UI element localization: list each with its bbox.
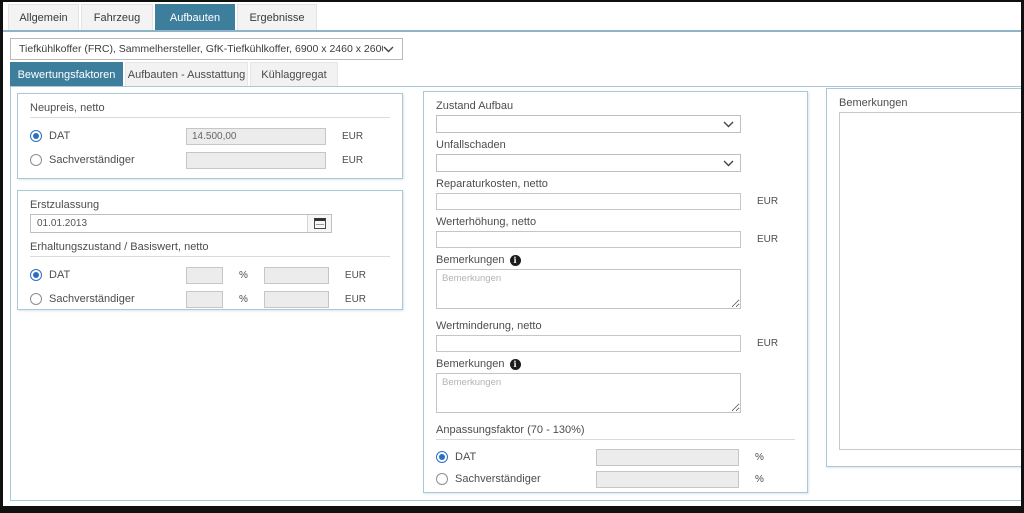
bemerkungen-panel: Bemerkungen (826, 88, 1024, 467)
werterhoehung-unit: EUR (757, 234, 778, 245)
erhaltung-sv-row: Sachverständiger % EUR (30, 287, 390, 310)
erhaltung-sv-radio-group[interactable]: Sachverständiger (30, 293, 186, 305)
chevron-down-icon (723, 115, 734, 133)
zustand-aufbau-select[interactable] (436, 115, 741, 133)
chevron-down-icon (383, 46, 402, 53)
zustand-aufbau-label: Zustand Aufbau (436, 100, 795, 113)
zustand-panel: Zustand Aufbau Unfallschaden Reparaturko… (423, 91, 808, 493)
anpassung-sv-radio-label: Sachverständiger (455, 473, 541, 485)
app-window: Allgemein Fahrzeug Aufbauten Ergebnisse … (0, 0, 1024, 513)
erhaltung-sv-percent-unit: % (239, 294, 248, 305)
neupreis-sv-unit: EUR (342, 155, 363, 166)
neupreis-title: Neupreis, netto (30, 102, 390, 118)
anpassungsfaktor-title: Anpassungsfaktor (70 - 130%) (436, 424, 795, 440)
bemerkungen2-field: Bemerkungen (436, 358, 795, 418)
tab-bar-underline (3, 30, 1021, 32)
tab-fahrzeug[interactable]: Fahrzeug (81, 4, 153, 30)
erhaltung-sv-percent-input[interactable] (186, 291, 223, 308)
bemerkungen1-label: Bemerkungen (436, 254, 505, 267)
bemerkungen-panel-textarea[interactable] (839, 112, 1024, 450)
tab-ergebnisse[interactable]: Ergebnisse (237, 4, 317, 30)
bemerkungen1-field: Bemerkungen (436, 254, 795, 314)
calendar-button[interactable] (307, 215, 331, 232)
erhaltung-dat-radio-group[interactable]: DAT (30, 269, 186, 281)
wertminderung-field: Wertminderung, netto EUR (436, 320, 795, 352)
erstzulassung-label: Erstzulassung (30, 199, 390, 211)
erstzulassung-date-input[interactable] (31, 215, 307, 232)
erhaltung-dat-radio-label: DAT (49, 269, 70, 281)
erhaltung-dat-percent-input[interactable] (186, 267, 223, 284)
anpassung-sv-radio-group[interactable]: Sachverständiger (436, 473, 596, 485)
bemerkungen2-textarea[interactable] (436, 373, 741, 413)
erhaltung-sv-radio-label: Sachverständiger (49, 293, 135, 305)
chevron-down-icon (723, 154, 734, 172)
aufbau-select[interactable]: Tiefkühlkoffer (FRC), Sammelhersteller, … (10, 38, 403, 60)
erhaltung-sv-unit: EUR (345, 294, 366, 305)
neupreis-sv-row: Sachverständiger EUR (30, 148, 390, 172)
wertminderung-unit: EUR (757, 338, 778, 349)
neupreis-dat-radio[interactable] (30, 130, 42, 142)
anpassung-dat-radio-group[interactable]: DAT (436, 451, 596, 463)
bemerkungen-panel-title: Bemerkungen (839, 97, 1024, 109)
anpassung-sv-row: Sachverständiger % (436, 468, 795, 490)
erstzulassung-panel: Erstzulassung Erhaltungszustand / Basisw… (17, 190, 403, 310)
erhaltung-sv-radio[interactable] (30, 293, 42, 305)
reparaturkosten-field: Reparaturkosten, netto EUR (436, 178, 795, 210)
reparaturkosten-label: Reparaturkosten, netto (436, 178, 795, 191)
neupreis-panel: Neupreis, netto DAT EUR Sachverständiger… (17, 93, 403, 179)
wertminderung-label: Wertminderung, netto (436, 320, 795, 333)
anpassung-dat-radio[interactable] (436, 451, 448, 463)
neupreis-dat-input[interactable] (186, 128, 326, 145)
neupreis-dat-radio-group[interactable]: DAT (30, 130, 186, 142)
anpassung-sv-unit: % (755, 474, 764, 485)
werterhoehung-input[interactable] (436, 231, 741, 248)
tab-kuehlaggregat[interactable]: Kühlaggregat (250, 62, 338, 87)
tab-aufbauten[interactable]: Aufbauten (155, 4, 235, 30)
erhaltung-dat-percent-unit: % (239, 270, 248, 281)
erhaltung-sv-value-input[interactable] (264, 291, 329, 308)
erhaltung-dat-row: DAT % EUR (30, 263, 390, 287)
reparaturkosten-input[interactable] (436, 193, 741, 210)
neupreis-sv-radio-group[interactable]: Sachverständiger (30, 154, 186, 166)
neupreis-dat-row: DAT EUR (30, 124, 390, 148)
anpassung-sv-radio[interactable] (436, 473, 448, 485)
anpassung-sv-input[interactable] (596, 471, 739, 488)
bemerkungen1-textarea[interactable] (436, 269, 741, 309)
neupreis-sv-radio[interactable] (30, 154, 42, 166)
werterhoehung-label: Werterhöhung, netto (436, 216, 795, 229)
neupreis-dat-unit: EUR (342, 131, 363, 142)
unfallschaden-label: Unfallschaden (436, 139, 795, 152)
info-icon[interactable] (510, 255, 521, 266)
reparaturkosten-unit: EUR (757, 196, 778, 207)
info-icon[interactable] (510, 359, 521, 370)
anpassung-dat-row: DAT % (436, 446, 795, 468)
werterhoehung-field: Werterhöhung, netto EUR (436, 216, 795, 248)
wertminderung-input[interactable] (436, 335, 741, 352)
neupreis-sv-input[interactable] (186, 152, 326, 169)
erhaltung-dat-unit: EUR (345, 270, 366, 281)
tab-allgemein[interactable]: Allgemein (8, 4, 79, 30)
tab-aufbauten-ausstattung[interactable]: Aufbauten - Ausstattung (125, 62, 248, 87)
main-tab-bar: Allgemein Fahrzeug Aufbauten Ergebnisse (8, 4, 319, 30)
anpassung-dat-unit: % (755, 452, 764, 463)
unfallschaden-select[interactable] (436, 154, 741, 172)
tab-bewertungsfaktoren[interactable]: Bewertungsfaktoren (10, 62, 123, 87)
erhaltungszustand-title: Erhaltungszustand / Basiswert, netto (30, 241, 390, 257)
anpassung-dat-radio-label: DAT (455, 451, 476, 463)
erhaltung-dat-value-input[interactable] (264, 267, 329, 284)
erstzulassung-date-field (30, 214, 332, 233)
sub-tab-bar: Bewertungsfaktoren Aufbauten - Ausstattu… (10, 62, 340, 87)
bemerkungen2-label: Bemerkungen (436, 358, 505, 371)
calendar-icon (314, 218, 326, 229)
aufbau-select-value: Tiefkühlkoffer (FRC), Sammelhersteller, … (11, 43, 383, 55)
neupreis-dat-radio-label: DAT (49, 130, 70, 142)
zustand-aufbau-field: Zustand Aufbau (436, 100, 795, 133)
anpassung-dat-input[interactable] (596, 449, 739, 466)
erhaltung-dat-radio[interactable] (30, 269, 42, 281)
neupreis-sv-radio-label: Sachverständiger (49, 154, 135, 166)
unfallschaden-field: Unfallschaden (436, 139, 795, 172)
